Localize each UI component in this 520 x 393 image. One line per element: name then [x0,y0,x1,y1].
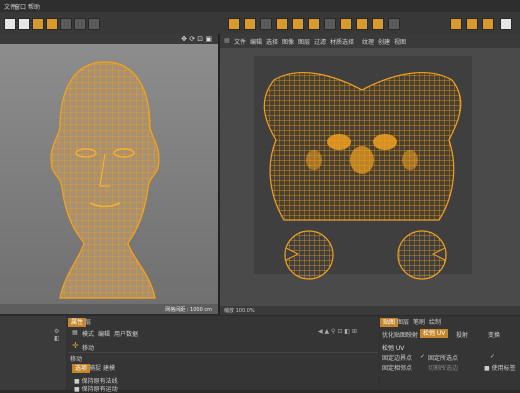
rotate-icon[interactable] [46,18,58,30]
head-wireframe [50,61,160,299]
move-tool-icon: ✛ [72,341,79,350]
uv-menu-grip-icon: ▦ [224,37,230,44]
viewport-nav-icons[interactable]: ✥ ⟳ ⊡ ▣ [181,35,212,43]
scale-icon[interactable] [32,18,44,30]
uv-menu-texture[interactable]: 纹理 [362,37,374,46]
subtab-modeling[interactable]: 建模 [100,364,118,373]
field-pin-neighbors: 固定相邻点 [382,365,413,372]
zoom-label: 缩放 100.0% [224,308,255,314]
menu-mode[interactable]: 模式 [82,329,94,338]
uv-optimize-icon[interactable] [356,18,368,30]
uv-relax-icon[interactable] [340,18,352,30]
uv-scale-icon[interactable] [292,18,304,30]
tool-subtitle: 移动 [70,356,83,363]
sphere-icon[interactable] [88,18,100,30]
main-toolbar [0,12,520,35]
field-cut-edges: 切割所选边 [428,365,459,372]
uv-editor-menu: ▦ 文件 编辑 选择 图像 图层 过滤 材质选择 纹理 创建 视图 [220,34,520,48]
uv-mesh [263,72,462,280]
undo-icon[interactable] [4,18,16,30]
uv-rotate-icon[interactable] [308,18,320,30]
check-pin-selected[interactable]: ✓ [490,353,495,360]
subtab-project[interactable]: 投射 [456,330,468,339]
brush-icon[interactable] [466,18,478,30]
viewport-header: ✥ ⟳ ⊡ ▣ [0,34,218,44]
uv-menu-file[interactable]: 文件 [234,37,246,46]
panel-nav-icons[interactable]: ◀ ▲ ⚲ ⊡ ◧ ⊞ [318,328,357,335]
section-relax-uv: 松弛 UV [382,345,405,352]
uv-menu-image[interactable]: 图像 [282,37,294,46]
object-manager-panel: ⚙ ◧ [0,316,66,390]
checkbox-keep-motion[interactable]: ■ 保持原有运动 [74,384,118,393]
uv-tools-panel: 贴图 图层 笔刷 绘制 优化贴图映射 松弛 UV 投射 变换 松弛 UV 固定边… [380,316,520,390]
tool-title: 移动 [82,345,95,352]
uv-move-icon[interactable] [276,18,288,30]
fill-icon[interactable] [482,18,494,30]
panel-options-icon[interactable]: ⚙ ◧ [54,328,66,342]
uv-points-icon[interactable] [228,18,240,30]
move-icon[interactable] [18,18,30,30]
uv-mirror-icon[interactable] [324,18,336,30]
menu-item-edit[interactable]: 窗口 [14,2,26,11]
uv-menu-view[interactable]: 视图 [394,37,406,46]
cube-icon[interactable] [60,18,72,30]
checkbox-use-tag[interactable]: ■ 使用标签 [484,363,516,372]
layer-icon[interactable] [500,18,512,30]
uv-edges-icon[interactable] [244,18,256,30]
uv-menu-create[interactable]: 创建 [378,37,390,46]
menu-user-data[interactable]: 用户数据 [114,329,138,338]
viewport-status-bar: 网格间距 : 1000 cm [0,304,218,314]
uv-menu-layer[interactable]: 图层 [298,37,310,46]
subtab-transform[interactable]: 变换 [488,330,500,339]
uv-polys-icon[interactable] [260,18,272,30]
paint-icon[interactable] [450,18,462,30]
field-pin-selected: 固定所选点 [428,355,459,362]
uv-status-bar: 缩放 100.0% [220,306,520,315]
tab-paint[interactable]: 绘制 [426,318,444,327]
uv-menu-edit[interactable]: 编辑 [250,37,262,46]
field-use-tag: 使用标签 [491,365,516,372]
tab-layers[interactable]: 层 [82,318,94,327]
check-pin-border[interactable]: ✓ [420,353,425,360]
uv-menu-filter[interactable]: 过滤 [314,37,326,46]
panel-grip-icon: ▦ [72,329,78,336]
uv-menu-material-select[interactable]: 材质选择 [330,37,354,46]
uv-grid-icon[interactable] [372,18,384,30]
attributes-panel: 属性 层 ▦ 模式 编辑 用户数据 ◀ ▲ ⚲ ⊡ ◧ ⊞ ✛ 移动 移动 选项… [68,316,378,393]
menu-edit[interactable]: 编辑 [98,329,110,338]
uv-menu-select[interactable]: 选择 [266,37,278,46]
subtab-relax-uv[interactable]: 松弛 UV [420,329,449,338]
subtab-optimize[interactable]: 优化贴图映射 [382,330,418,339]
uv-layout-icon[interactable] [388,18,400,30]
field-pin-border: 固定边界点 [382,355,413,362]
divider [68,352,378,353]
grid-spacing-label: 网格间距 : 1000 cm [165,307,212,313]
menu-item-help[interactable]: 帮助 [28,2,40,11]
mesh-icon[interactable] [74,18,86,30]
menu-bar: 文件 窗口 帮助 [0,0,520,12]
